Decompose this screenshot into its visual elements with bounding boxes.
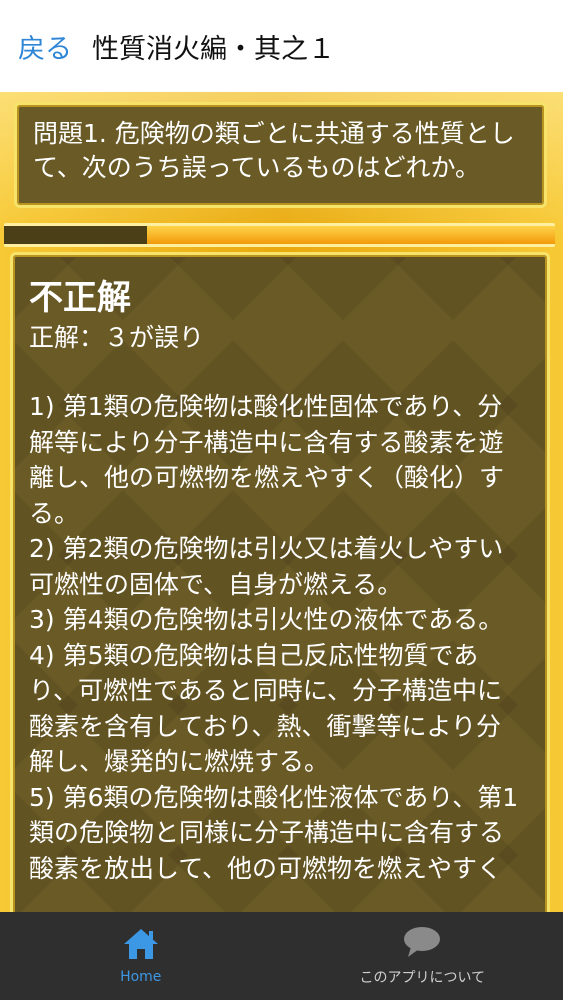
explanation-line: 酸素を含有しており、熱、衝撃等により分 <box>29 711 502 741</box>
explanation-line: 酸素を放出して、他の可燃物を燃えやすく <box>29 853 503 883</box>
result-title: 不正解 <box>29 278 131 318</box>
app-header: 戻る 性質消火編・其之１ <box>0 0 563 92</box>
back-button[interactable]: 戻る <box>18 27 72 66</box>
nav-home[interactable]: Home <box>0 912 282 1000</box>
correct-answer: 正解：３が誤り <box>29 323 205 352</box>
speech-bubble-icon <box>402 925 442 959</box>
nav-about[interactable]: このアプリについて <box>282 912 563 1000</box>
progress-bar <box>4 223 555 247</box>
explanation-text: 1) 第1類の危険物は酸化性固体であり、分 解等により分子構造中に含有する酸素を… <box>29 389 531 886</box>
explanation-line: 4) 第5類の危険物は自己反応性物質であ <box>29 640 479 670</box>
quiz-board: 問題1. 危険物の類ごとに共通する性質として、次のうち誤っているものはどれか。 … <box>0 92 563 912</box>
explanation-line: 解等により分子構造中に含有する酸素を遊 <box>29 427 504 457</box>
explanation-line: 離し、他の可燃物を燃えやすく（酸化）す <box>29 463 505 492</box>
explanation-line: 類の危険物と同様に分子構造中に含有する <box>29 818 505 847</box>
explanation-line: る。 <box>29 498 80 528</box>
explanation-line: 3) 第4類の危険物は引火性の液体である。 <box>29 605 504 634</box>
explanation-line: 解し、爆発的に燃焼する。 <box>29 747 330 776</box>
page-title: 性質消火編・其之１ <box>92 33 335 65</box>
question-box: 問題1. 危険物の類ごとに共通する性質として、次のうち誤っているものはどれか。 <box>14 102 547 208</box>
bottom-navigation: Home このアプリについて <box>0 912 563 1000</box>
nav-home-label: Home <box>120 969 162 985</box>
explanation-line: 5) 第6類の危険物は酸化性液体であり、第1 <box>29 782 519 812</box>
explanation-line: 1) 第1類の危険物は酸化性固体であり、分 <box>29 392 503 421</box>
progress-fill <box>147 226 555 244</box>
explanation-line: り、可燃性であると同時に、分子構造中に <box>29 676 503 705</box>
nav-about-label: このアプリについて <box>359 970 486 986</box>
home-icon <box>121 927 161 961</box>
explanation-line: 可燃性の固体で、自身が燃える。 <box>29 569 403 599</box>
answer-panel[interactable]: 不正解 正解：３が誤り 1) 第1類の危険物は酸化性固体であり、分 解等により分… <box>10 252 550 912</box>
explanation-line: 2) 第2類の危険物は引火又は着火しやすい <box>29 534 504 563</box>
